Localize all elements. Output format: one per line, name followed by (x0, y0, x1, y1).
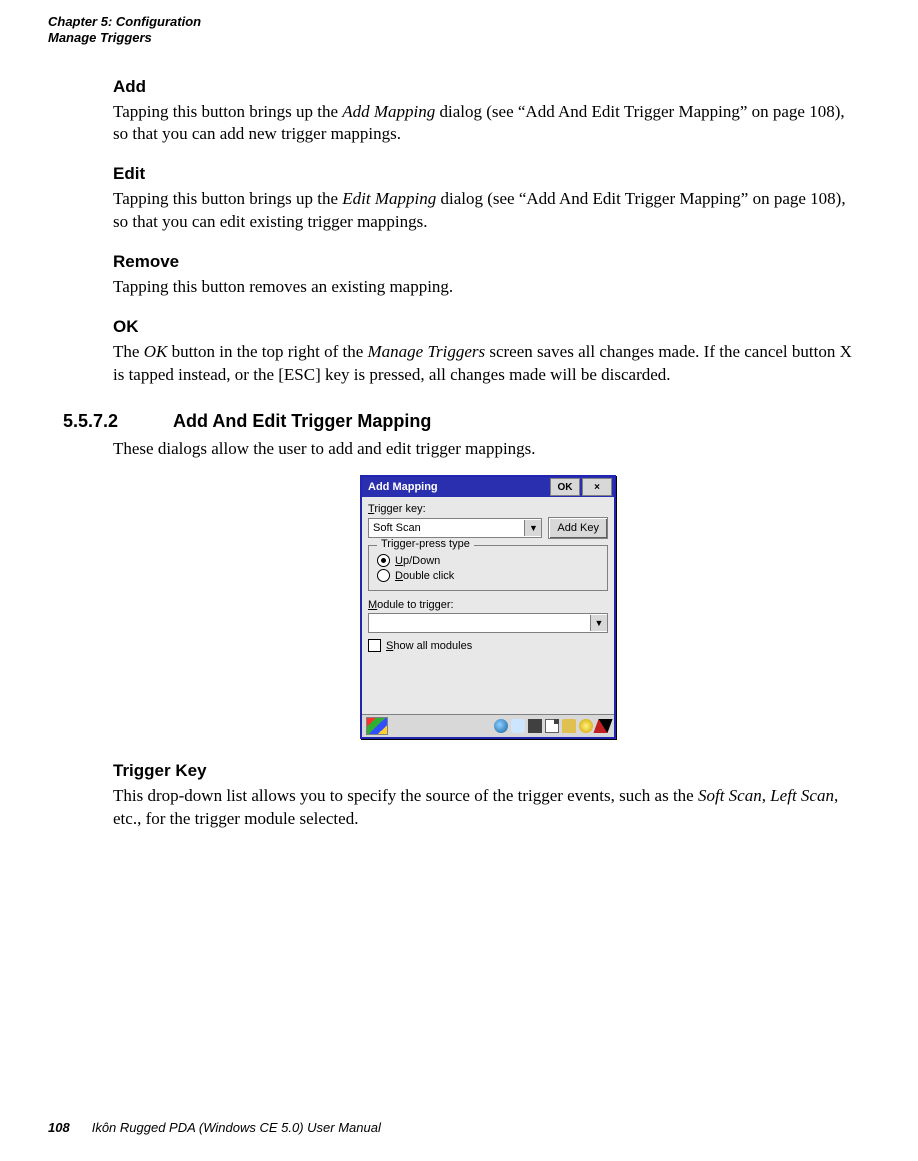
radio-icon (377, 569, 390, 582)
radio-icon (377, 554, 390, 567)
trigger-press-type-group: Trigger-press type Up/Down Up/Down Doubl… (368, 545, 608, 591)
running-header-section: Manage Triggers (48, 30, 878, 46)
section-title: Add And Edit Trigger Mapping (173, 411, 431, 432)
heading-trigger-key: Trigger Key (113, 761, 863, 781)
trigger-key-combobox[interactable]: Soft Scan ▼ (368, 518, 542, 538)
network-icon[interactable] (511, 719, 525, 733)
paragraph-add: Tapping this button brings up the Add Ma… (113, 101, 863, 147)
show-all-modules-checkbox[interactable]: Show all modules Show all modules (368, 639, 608, 652)
bulb-icon[interactable] (579, 719, 593, 733)
paragraph-edit: Tapping this button brings up the Edit M… (113, 188, 863, 234)
lock-icon[interactable] (562, 719, 576, 733)
module-to-trigger-label: Module to trigger:Module to trigger: (368, 599, 608, 611)
heading-remove: Remove (113, 252, 863, 272)
section-intro: These dialogs allow the user to add and … (113, 438, 863, 461)
checkbox-icon (368, 639, 381, 652)
dialog-title: Add Mapping (368, 481, 548, 493)
pen-icon[interactable] (593, 719, 612, 733)
dialog-titlebar: Add Mapping OK × (362, 477, 614, 497)
taskbar (362, 714, 614, 737)
trigger-key-label: TTrigger key:rigger key: (368, 503, 608, 515)
paragraph-remove: Tapping this button removes an existing … (113, 276, 863, 299)
heading-ok: OK (113, 317, 863, 337)
chevron-down-icon: ▼ (524, 520, 541, 536)
group-legend: Trigger-press type (377, 538, 474, 550)
manual-title: Ikôn Rugged PDA (Windows CE 5.0) User Ma… (92, 1120, 381, 1135)
trigger-key-value: Soft Scan (373, 522, 421, 534)
dialog-ok-button[interactable]: OK (550, 478, 580, 496)
radio-up-down[interactable]: Up/Down Up/Down (377, 554, 599, 567)
add-mapping-dialog: Add Mapping OK × TTrigger key:rigger key… (360, 475, 616, 739)
connection-icon[interactable] (528, 719, 542, 733)
paragraph-ok: The OK button in the top right of the Ma… (113, 341, 863, 387)
heading-add: Add (113, 77, 863, 97)
document-icon[interactable] (545, 719, 559, 733)
running-header-chapter: Chapter 5: Configuration (48, 14, 878, 30)
start-button-icon[interactable] (366, 717, 388, 735)
page-number: 108 (48, 1120, 70, 1135)
chevron-down-icon: ▼ (590, 615, 607, 631)
page-footer: 108 Ikôn Rugged PDA (Windows CE 5.0) Use… (48, 1120, 381, 1135)
dialog-close-button[interactable]: × (582, 478, 612, 496)
radio-double-click[interactable]: Double click Double click (377, 569, 599, 582)
heading-edit: Edit (113, 164, 863, 184)
add-key-button[interactable]: Add Key (548, 517, 608, 539)
paragraph-trigger-key: This drop-down list allows you to specif… (113, 785, 863, 831)
section-number: 5.5.7.2 (63, 411, 173, 432)
globe-icon[interactable] (494, 719, 508, 733)
module-combobox[interactable]: ▼ (368, 613, 608, 633)
running-header: Chapter 5: Configuration Manage Triggers (48, 14, 878, 47)
